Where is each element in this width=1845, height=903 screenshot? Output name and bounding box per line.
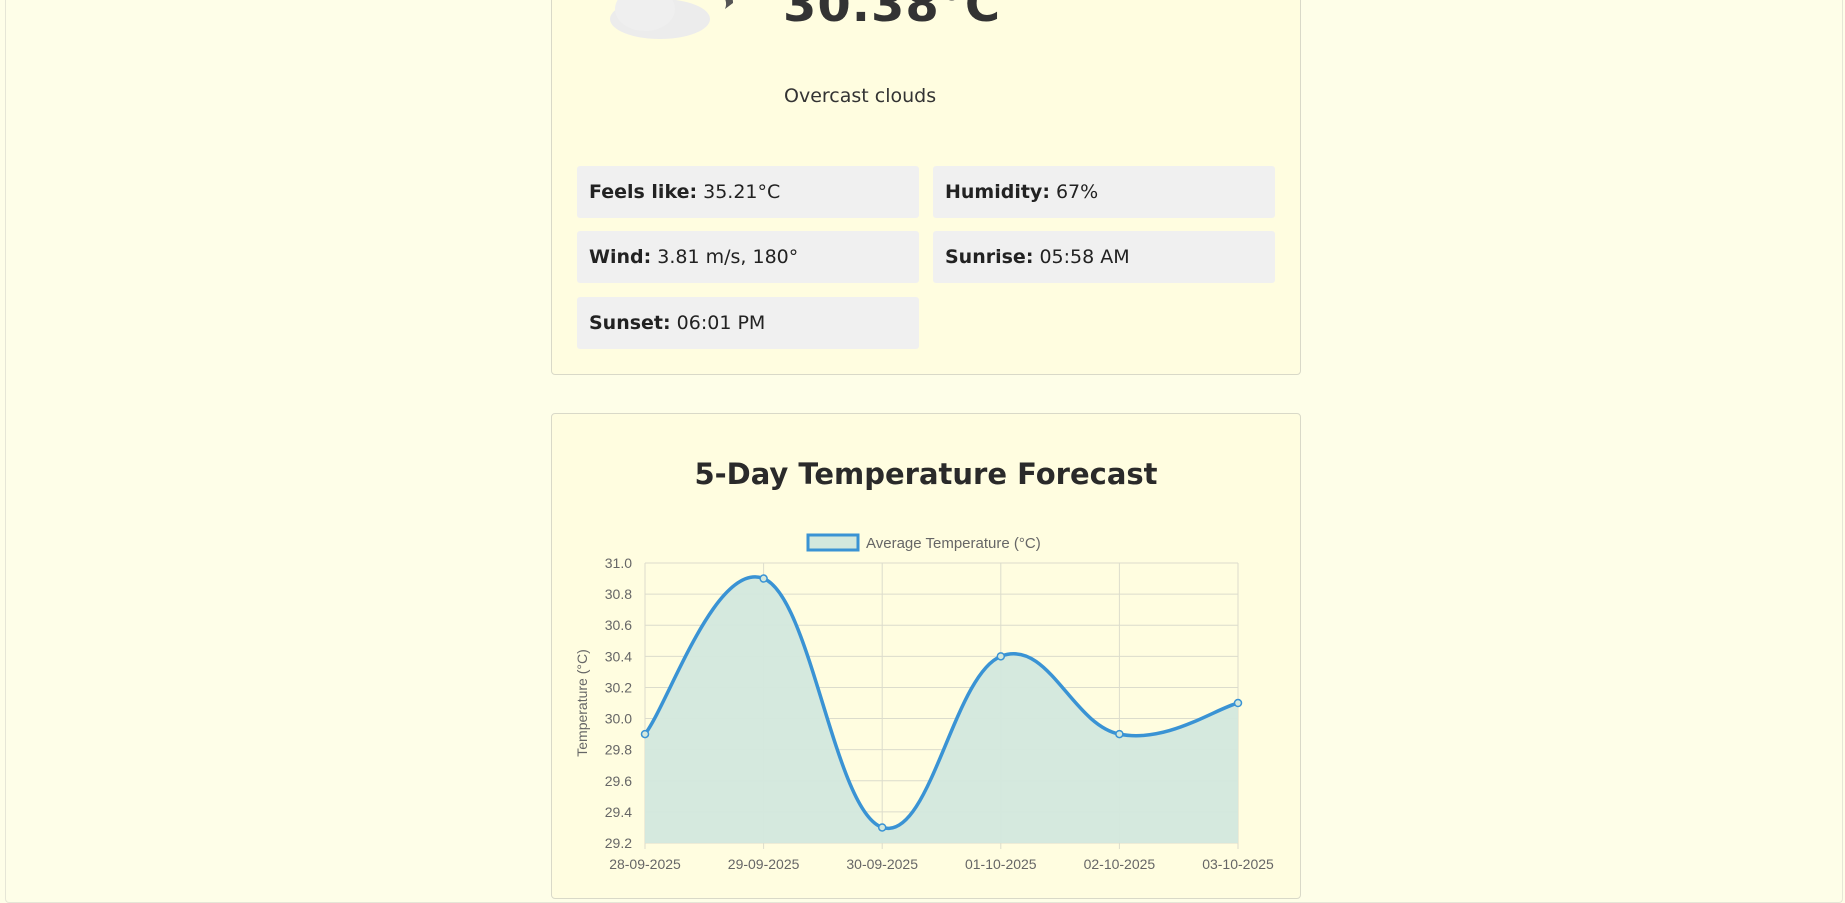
- data-point[interactable]: [759, 574, 768, 583]
- series-area-fill: [645, 576, 1238, 843]
- x-tick-label: 01-10-2025: [965, 856, 1037, 872]
- x-axis-ticks: 28-09-2025 29-09-2025 30-09-2025 01-10-2025…: [609, 856, 1274, 872]
- y-tick-label: 30.2: [605, 679, 632, 695]
- data-point[interactable]: [996, 652, 1006, 661]
- legend-label: Average Temperature (°C): [866, 535, 1041, 552]
- temperature-chart: 31.0 30.8 30.6 30.4 30.2 30.0 29.8 29.6 29.4 29.2…: [574, 533, 1274, 872]
- x-tick-label: 03-10-2025: [1202, 856, 1274, 872]
- data-point[interactable]: [640, 729, 650, 739]
- y-tick-label: 30.6: [605, 617, 632, 633]
- data-point[interactable]: [1233, 698, 1243, 708]
- y-tick-label: 30.8: [605, 586, 632, 602]
- y-axis-label: Temperature (°C): [574, 649, 590, 757]
- x-tick-label: 29-09-2025: [728, 856, 800, 872]
- data-point[interactable]: [1115, 729, 1124, 739]
- legend-swatch: [806, 533, 860, 552]
- legend[interactable]: Average Temperature (°C): [806, 533, 1041, 552]
- data-point[interactable]: [877, 823, 887, 832]
- x-tick-label: 02-10-2025: [1084, 856, 1156, 872]
- y-tick-label: 30.0: [605, 711, 632, 727]
- y-tick-label: 29.8: [605, 742, 632, 758]
- y-tick-label: 29.4: [605, 804, 632, 820]
- x-tick-label: 30-09-2025: [846, 856, 918, 872]
- x-tick-label: 28-09-2025: [609, 856, 681, 872]
- y-tick-label: 30.4: [605, 648, 632, 664]
- y-tick-label: 29.2: [605, 835, 632, 851]
- y-axis-ticks: 31.0 30.8 30.6 30.4 30.2 30.0 29.8 29.6 29.4 29.2: [605, 555, 632, 851]
- y-tick-label: 29.6: [605, 773, 632, 789]
- y-tick-label: 31.0: [605, 555, 632, 571]
